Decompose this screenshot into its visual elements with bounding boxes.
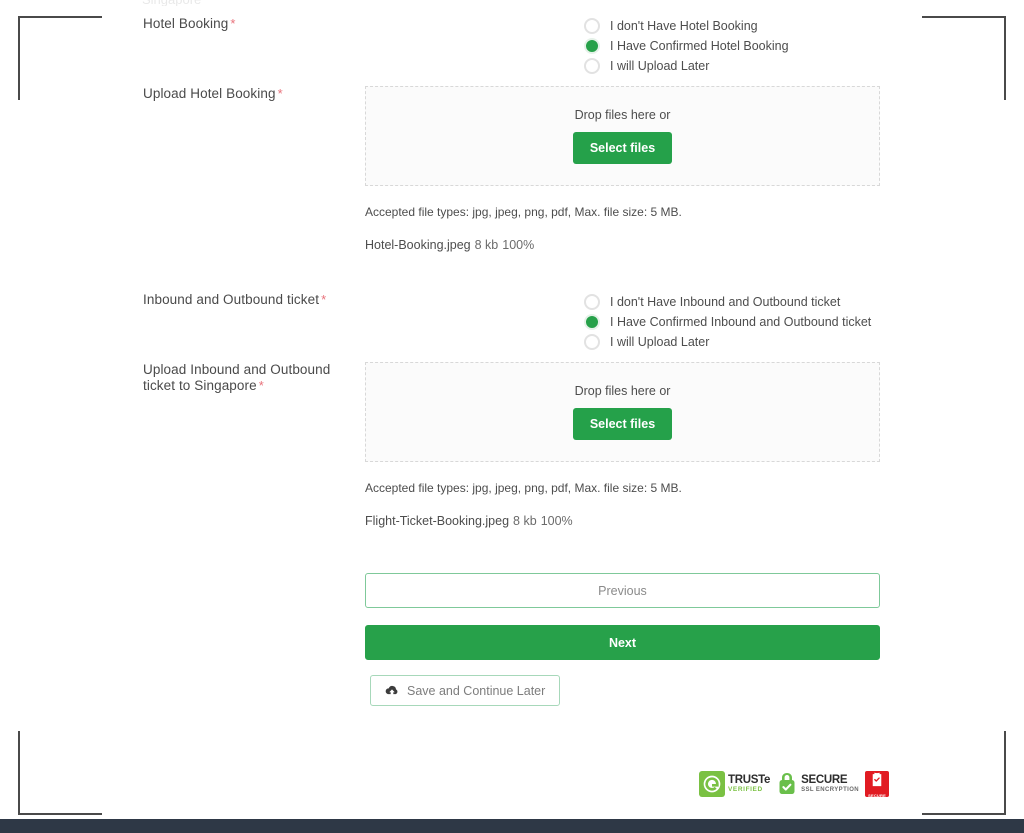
dropzone-instruction: Drop files here or [574,108,671,122]
next-button[interactable]: Next [365,625,880,660]
radio-label: I will Upload Later [610,59,710,73]
truste-text-block: TRUSTe VERIFIED [728,773,771,794]
cloud-save-icon [385,684,399,698]
radio-label: I don't Have Hotel Booking [610,19,758,33]
secure-sub-label: SSL ENCRYPTION [801,787,860,794]
field-upload-inbound-outbound: Upload Inbound and Outbound ticket to Si… [143,362,880,528]
cutoff-text-row: Singapore [142,0,882,6]
dropzone-inbound-outbound[interactable]: Drop files here or Select files [365,362,880,462]
previous-button[interactable]: Previous [365,573,880,608]
accepted-file-types-hotel: Accepted file types: jpg, jpeg, png, pdf… [365,205,682,219]
required-asterisk: * [258,378,264,393]
label-upload-hotel-booking-text: Upload Hotel Booking [143,86,276,101]
radio-label: I Have Confirmed Inbound and Outbound ti… [610,315,872,329]
scanner-label: SECURE [868,792,886,798]
field-inbound-outbound-ticket: Inbound and Outbound ticket * I don't Hav… [143,292,871,352]
shield-scan-icon [870,772,884,792]
uploaded-file-size: 8 kb [474,238,499,252]
truste-e-icon [699,771,725,797]
form-actions: Previous Next Save and Continue Later [365,573,880,706]
select-files-button-hotel[interactable]: Select files [572,132,673,164]
page-root: Singapore Hotel Booking* I don't Have Ho… [0,0,1024,833]
required-asterisk: * [321,292,327,307]
uploaded-file-size: 8 kb [513,514,537,528]
hotel-booking-options: I don't Have Hotel Booking I Have Confir… [365,16,789,76]
field-upload-hotel-booking: Upload Hotel Booking * Drop files here or… [143,86,880,252]
inbound-outbound-options: I don't Have Inbound and Outbound ticket… [365,292,871,352]
radio-inbound-outbound-upload-later[interactable]: I will Upload Later [584,332,871,352]
radio-circle-icon [584,58,600,74]
radio-inbound-outbound-none[interactable]: I don't Have Inbound and Outbound ticket [584,292,871,312]
label-upload-hotel-booking: Upload Hotel Booking * [143,86,365,102]
truste-sub-label: VERIFIED [728,786,763,793]
uploaded-file-hotel: Hotel-Booking.jpeg 8 kb 100% [365,238,880,252]
radio-label: I don't Have Inbound and Outbound ticket [610,295,841,309]
label-upload-inbound-outbound: Upload Inbound and Outbound ticket to Si… [143,362,365,394]
field-hotel-booking: Hotel Booking * I don't Have Hotel Bookin… [143,16,789,76]
secure-text-block: SECURE SSL ENCRYPTION [801,773,860,794]
truste-verified-badge[interactable]: TRUSTe VERIFIED [699,771,770,797]
label-hotel-booking-text: Hotel Booking [143,16,229,31]
save-button-label: Save and Continue Later [407,683,546,698]
secure-main-label: SECURE [801,773,848,786]
uploaded-file-ticket: Flight-Ticket-Booking.jpeg 8 kb 100% [365,514,880,528]
frame-corner-top-left [18,16,102,100]
radio-hotel-booking-upload-later[interactable]: I will Upload Later [584,56,789,76]
radio-circle-icon [584,294,600,310]
required-asterisk: * [230,16,236,31]
site-scanner-badge[interactable]: SECURE [865,771,890,798]
padlock-icon [776,772,798,796]
dropzone-instruction: Drop files here or [574,384,671,398]
radio-inbound-outbound-confirmed[interactable]: I Have Confirmed Inbound and Outbound ti… [584,312,871,332]
radio-hotel-booking-none[interactable]: I don't Have Hotel Booking [584,16,789,36]
truste-main-label: TRUSTe [728,773,771,786]
frame-corner-top-right [922,16,1006,100]
radio-hotel-booking-confirmed[interactable]: I Have Confirmed Hotel Booking [584,36,789,56]
frame-corner-bottom-right [922,731,1006,815]
uploaded-file-name: Hotel-Booking.jpeg [365,238,471,252]
radio-group-inbound-outbound: I don't Have Inbound and Outbound ticket… [584,292,871,352]
dropzone-hotel-booking[interactable]: Drop files here or Select files [365,86,880,186]
upload-hotel-booking-control: Drop files here or Select files Accepted… [365,86,880,252]
radio-circle-selected-icon [584,38,600,54]
radio-group-hotel-booking: I don't Have Hotel Booking I Have Confir… [584,16,789,76]
uploaded-file-progress: 100% [502,238,535,252]
accepted-file-types-ticket: Accepted file types: jpg, jpeg, png, pdf… [365,481,682,495]
uploaded-file-progress: 100% [540,514,573,528]
frame-corner-bottom-left [18,731,102,815]
radio-label: I Have Confirmed Hotel Booking [610,39,789,53]
radio-circle-icon [584,18,600,34]
required-asterisk: * [277,86,283,101]
upload-inbound-outbound-control: Drop files here or Select files Accepted… [365,362,880,528]
label-hotel-booking: Hotel Booking * [143,16,365,32]
select-files-button-ticket[interactable]: Select files [572,408,673,440]
radio-circle-selected-icon [584,314,600,330]
save-and-continue-later-button[interactable]: Save and Continue Later [370,675,561,706]
radio-label: I will Upload Later [610,335,710,349]
radio-circle-icon [584,334,600,350]
label-upload-inbound-outbound-text: Upload Inbound and Outbound ticket to Si… [143,362,331,393]
bottom-bar [0,819,1024,833]
label-inbound-outbound-ticket: Inbound and Outbound ticket * [143,292,365,308]
uploaded-file-name: Flight-Ticket-Booking.jpeg [365,514,510,528]
label-inbound-outbound-text: Inbound and Outbound ticket [143,292,320,307]
ssl-secure-badge[interactable]: SECURE SSL ENCRYPTION [776,771,859,797]
trust-badges: TRUSTe VERIFIED SECURE SSL ENCRYPTION SE… [699,771,890,798]
